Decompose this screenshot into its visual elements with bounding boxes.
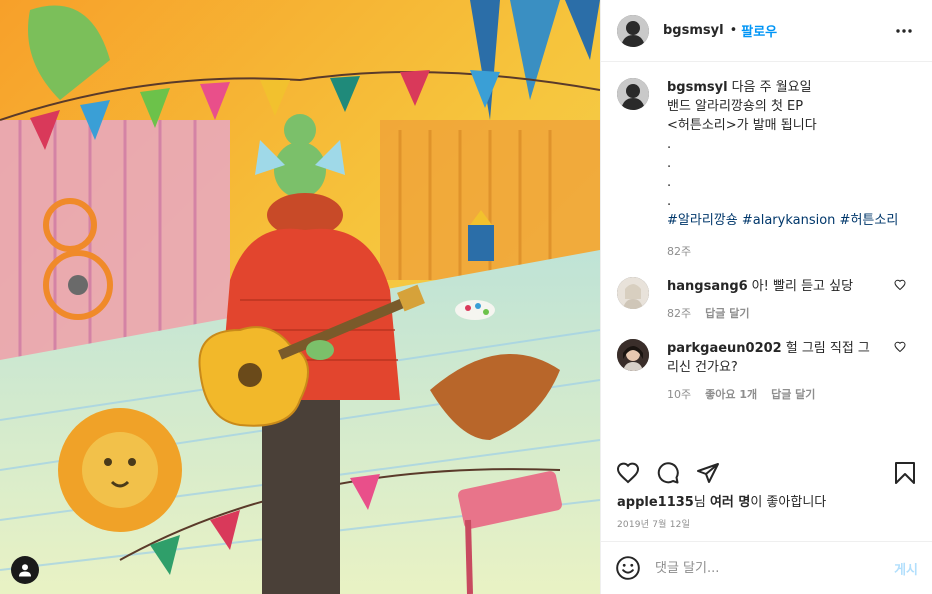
comment-body: parkgaeun0202 헐 그림 직접 그 리신 건가요? 10주 좋아요 1… xyxy=(667,339,916,404)
user-tag-icon xyxy=(19,564,31,577)
post-header: bgsmsyl • 팔로우 xyxy=(601,0,932,62)
caption-hashtags: #알라리깡숑 #alarykansion #허튼소리 xyxy=(667,211,916,230)
hashtag-link[interactable]: #알라리깡숑 xyxy=(667,213,738,228)
comment-time[interactable]: 82주 xyxy=(667,304,691,323)
comment-like-icon[interactable] xyxy=(894,279,906,291)
comment-username[interactable]: hangsang6 xyxy=(667,279,748,294)
comment-meta: 10주 좋아요 1개 답글 달기 xyxy=(667,385,916,404)
commenter-avatar[interactable] xyxy=(617,339,649,371)
share-icon xyxy=(697,463,719,483)
bookmark-icon xyxy=(895,462,915,484)
hashtag-link[interactable]: #alarykansion xyxy=(742,213,836,228)
comment-item: parkgaeun0202 헐 그림 직접 그 리신 건가요? 10주 좋아요 1… xyxy=(617,339,916,404)
avatar-image xyxy=(617,14,649,47)
author-username[interactable]: bgsmsyl xyxy=(663,23,724,38)
caption: bgsmsyl 다음 주 월요일 밴드 알라리깡숑의 첫 EP <허튼소리>가 발… xyxy=(617,78,916,261)
post-comment-button[interactable]: 게시 xyxy=(894,559,918,578)
reply-button[interactable]: 답글 달기 xyxy=(705,304,749,323)
likes-suffix-2: 이 좋아합니다 xyxy=(750,495,827,510)
likes-suffix-1: 님 xyxy=(693,495,710,510)
comment-body: hangsang6 아! 빨리 듣고 싶당 82주 답글 달기 xyxy=(667,277,916,323)
comment-text: 아! 빨리 듣고 싶당 xyxy=(751,279,854,294)
caption-username[interactable]: bgsmsyl xyxy=(667,80,728,95)
comment-icon xyxy=(657,462,679,484)
caption-time[interactable]: 82주 xyxy=(667,242,691,261)
avatar-image xyxy=(617,78,649,110)
liker-username[interactable]: apple1135 xyxy=(617,495,694,510)
caption-avatar[interactable] xyxy=(617,78,649,110)
post-image[interactable] xyxy=(0,0,600,594)
save-button[interactable] xyxy=(892,460,918,486)
caption-meta: 82주 xyxy=(667,242,916,261)
comments-section: bgsmsyl 다음 주 월요일 밴드 알라리깡숑의 첫 EP <허튼소리>가 발… xyxy=(601,78,932,404)
more-options-icon xyxy=(896,28,912,33)
caption-text: 다음 주 월요일 밴드 알라리깡숑의 첫 EP <허튼소리>가 발매 됩니다 .… xyxy=(667,80,817,209)
follow-button[interactable]: 팔로우 xyxy=(741,21,777,40)
comment-like-icon[interactable] xyxy=(894,341,906,353)
crayon-drawing xyxy=(0,0,600,594)
caption-body: bgsmsyl 다음 주 월요일 밴드 알라리깡숑의 첫 EP <허튼소리>가 발… xyxy=(667,78,916,261)
post-side-panel: bgsmsyl • 팔로우 bgsmsyl 다음 주 월요일 밴드 알라리깡숑의… xyxy=(600,0,932,594)
like-button[interactable] xyxy=(615,460,641,486)
avatar-image xyxy=(617,277,649,309)
post-actions xyxy=(601,455,932,491)
comment-input[interactable] xyxy=(655,560,887,576)
likes-others-link[interactable]: 여러 명 xyxy=(710,495,750,510)
avatar-image xyxy=(617,339,649,371)
emoji-icon[interactable] xyxy=(615,555,641,581)
tag-people-button[interactable] xyxy=(11,556,39,584)
comment-button[interactable] xyxy=(655,460,681,486)
reply-button[interactable]: 답글 달기 xyxy=(771,385,815,404)
comment-time[interactable]: 10주 xyxy=(667,385,691,404)
comment-likes[interactable]: 좋아요 1개 xyxy=(705,385,757,404)
comment-meta: 82주 답글 달기 xyxy=(667,304,916,323)
likes-summary: apple1135님 여러 명이 좋아합니다 xyxy=(617,491,826,510)
instagram-post-modal: bgsmsyl • 팔로우 bgsmsyl 다음 주 월요일 밴드 알라리깡숑의… xyxy=(0,0,932,594)
hashtag-link[interactable]: #허튼소리 xyxy=(840,213,899,228)
author-avatar[interactable] xyxy=(617,14,649,47)
add-comment-bar: 게시 xyxy=(601,541,932,594)
comment-item: hangsang6 아! 빨리 듣고 싶당 82주 답글 달기 xyxy=(617,277,916,323)
share-button[interactable] xyxy=(695,460,721,486)
separator-dot: • xyxy=(729,23,738,38)
comment-username[interactable]: parkgaeun0202 xyxy=(667,341,782,356)
post-date[interactable]: 2019년 7월 12일 xyxy=(617,517,690,530)
more-options-button[interactable] xyxy=(892,19,916,43)
commenter-avatar[interactable] xyxy=(617,277,649,309)
heart-icon xyxy=(616,462,640,484)
